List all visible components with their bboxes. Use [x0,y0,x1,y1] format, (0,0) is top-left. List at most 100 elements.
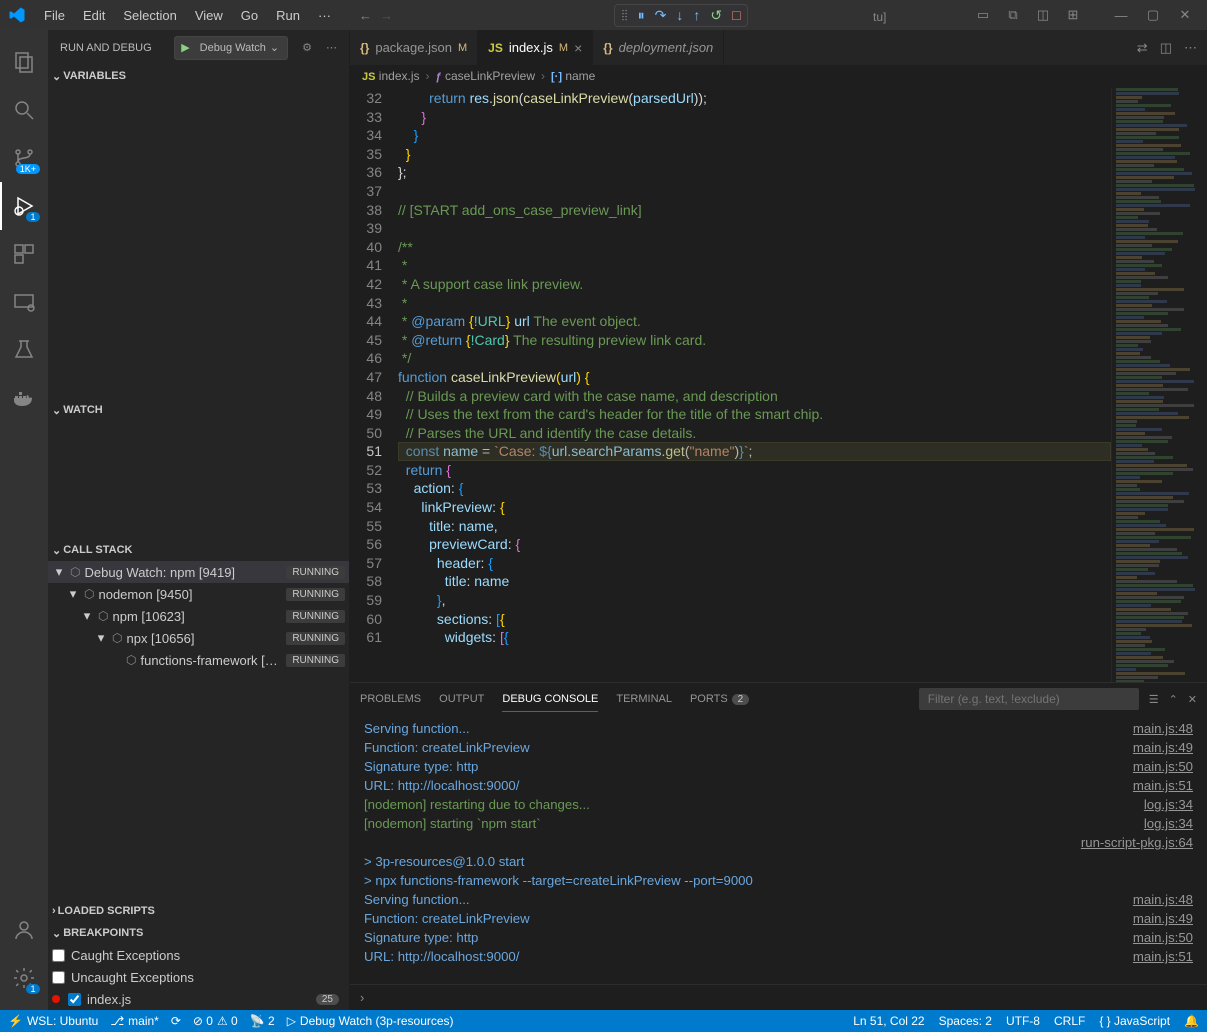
breadcrumb-segment[interactable]: ƒ caseLinkPreview [436,69,536,83]
layout-icon-2[interactable]: ◫ [1029,4,1057,26]
close-icon[interactable]: × [574,40,582,56]
panel-tab-ports[interactable]: PORTS2 [690,687,749,711]
panel-tab-problems[interactable]: PROBLEMS [360,687,421,711]
activity-docker[interactable] [0,374,48,422]
minimize-icon[interactable]: — [1107,4,1135,26]
debug-floating-toolbar[interactable]: ⦙⦙ ⏸ ↷ ↓ ↑ ↺ □ [614,4,747,27]
maximize-icon[interactable]: ▢ [1139,4,1167,26]
source-link[interactable]: main.js:51 [1133,947,1193,966]
source-link[interactable]: main.js:51 [1133,776,1193,795]
nav-back-icon[interactable]: ← [359,8,372,23]
callstack-item[interactable]: ▾⬡Debug Watch: npm [9419]RUNNING [48,561,349,583]
language-mode[interactable]: { } JavaScript [1099,1014,1170,1028]
compare-icon[interactable]: ⇄ [1137,40,1148,56]
menu-view[interactable]: View [187,4,231,27]
close-panel-icon[interactable]: ✕ [1188,693,1197,706]
activity-remote[interactable] [0,278,48,326]
activity-scm[interactable]: 1K+ [0,134,48,182]
activity-debug[interactable]: 1 [0,182,48,230]
debug-control-1[interactable]: ⏸ [638,7,645,24]
activity-extensions[interactable] [0,230,48,278]
menu-file[interactable]: File [36,4,73,27]
breakpoints-section[interactable]: ⌄BREAKPOINTS [48,922,349,944]
activity-test[interactable] [0,326,48,374]
split-icon[interactable]: ◫ [1160,40,1172,56]
menu-run[interactable]: Run [268,4,308,27]
source-link[interactable]: log.js:34 [1144,795,1193,814]
debug-filter-input[interactable] [919,688,1139,710]
minimap[interactable] [1111,87,1207,682]
activity-settings[interactable]: 1 [0,954,48,1002]
menu-go[interactable]: Go [233,4,266,27]
activity-accounts[interactable] [0,906,48,954]
remote-indicator[interactable]: ⚡ WSL: Ubuntu [8,1014,98,1028]
breakpoint-checkbox[interactable] [68,993,81,1006]
encoding[interactable]: UTF-8 [1006,1014,1040,1028]
eol[interactable]: CRLF [1054,1014,1085,1028]
breakpoint-item[interactable]: Caught Exceptions [48,944,349,966]
tab-index.js[interactable]: JSindex.jsM× [478,30,593,65]
source-link[interactable]: run-script-pkg.js:64 [1081,833,1193,852]
callstack-section[interactable]: ⌄CALL STACK [48,539,349,561]
close-icon[interactable]: ✕ [1171,4,1199,26]
breadcrumb-segment[interactable]: [·] name [551,69,595,83]
panel-tab-terminal[interactable]: TERMINAL [616,687,672,711]
debug-console-output[interactable]: Serving function...main.js:48Function: c… [350,715,1207,984]
activity-search[interactable] [0,86,48,134]
layout-icon-0[interactable]: ▭ [969,4,997,26]
nav-fwd-icon[interactable]: → [380,8,393,23]
gear-icon[interactable]: ⚙ [302,41,312,54]
cursor-position[interactable]: Ln 51, Col 22 [853,1014,924,1028]
debug-control-3[interactable]: ↓ [676,7,683,23]
source-link[interactable]: main.js:49 [1133,738,1193,757]
panel-tab-debug-console[interactable]: DEBUG CONSOLE [502,687,598,712]
breadcrumb[interactable]: JS index.js›ƒ caseLinkPreview›[·] name [350,65,1207,87]
breakpoint-item[interactable]: index.js25 [48,988,349,1010]
source-link[interactable]: main.js:50 [1133,928,1193,947]
more-icon[interactable]: ⋯ [1184,40,1197,56]
loaded-scripts-section[interactable]: ›LOADED SCRIPTS [48,900,349,922]
variables-section[interactable]: ⌄VARIABLES [48,65,349,87]
breakpoint-item[interactable]: Uncaught Exceptions [48,966,349,988]
tab-package.json[interactable]: {}package.jsonM [350,30,478,65]
notifications-icon[interactable]: 🔔 [1184,1014,1199,1028]
debug-control-4[interactable]: ↑ [693,7,700,23]
source-link[interactable]: main.js:48 [1133,719,1193,738]
breakpoint-checkbox[interactable] [52,949,65,962]
source-link[interactable]: main.js:50 [1133,757,1193,776]
activity-explorer[interactable] [0,38,48,86]
debug-status[interactable]: ▷ Debug Watch (3p-resources) [287,1014,454,1028]
callstack-item[interactable]: ▾⬡npm [10623]RUNNING [48,605,349,627]
tab-deployment.json[interactable]: {}deployment.json [593,30,724,65]
debug-control-0[interactable]: ⦙⦙ [621,7,627,24]
source-link[interactable]: main.js:48 [1133,890,1193,909]
layout-icon-1[interactable]: ⧉ [999,4,1027,26]
breadcrumb-segment[interactable]: JS index.js [362,69,420,83]
more-icon[interactable]: ⋯ [326,41,337,54]
callstack-item[interactable]: ▾⬡npx [10656]RUNNING [48,627,349,649]
debug-control-5[interactable]: ↺ [710,7,722,24]
breakpoint-checkbox[interactable] [52,971,65,984]
layout-icon-3[interactable]: ⊞ [1059,4,1087,26]
panel-tab-output[interactable]: OUTPUT [439,687,484,711]
source-link[interactable]: log.js:34 [1144,814,1193,833]
code-editor[interactable]: 3233343536373839404142434445464748495051… [350,87,1207,682]
indentation[interactable]: Spaces: 2 [939,1014,992,1028]
debug-console-input[interactable]: › [350,984,1207,1010]
watch-section[interactable]: ⌄WATCH [48,399,349,421]
debug-control-6[interactable]: □ [732,7,740,23]
debug-control-2[interactable]: ↷ [655,7,667,24]
collapse-icon[interactable]: ⌃ [1169,693,1178,706]
code-content[interactable]: return res.json(caseLinkPreview(parsedUr… [398,87,1111,682]
menu-edit[interactable]: Edit [75,4,113,27]
callstack-item[interactable]: ⬡functions-framework [106…RUNNING [48,649,349,671]
menu-···[interactable]: ··· [310,4,339,27]
git-branch[interactable]: ⎇ main* [110,1014,159,1028]
debug-start-dropdown[interactable]: ▶ Debug Watch⌄ [174,36,288,60]
ports-status[interactable]: 📡 2 [250,1014,275,1028]
git-sync[interactable]: ⟳ [171,1014,181,1028]
callstack-item[interactable]: ▾⬡nodemon [9450]RUNNING [48,583,349,605]
menu-selection[interactable]: Selection [115,4,184,27]
source-link[interactable]: main.js:49 [1133,909,1193,928]
problems-status[interactable]: ⊘ 0 ⚠ 0 [193,1014,238,1028]
